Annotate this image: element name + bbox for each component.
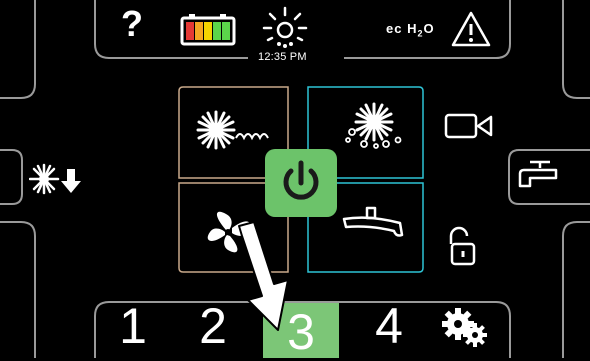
unlock-icon[interactable] [444,224,478,268]
warning-icon[interactable] [450,10,492,48]
settings-gears-icon[interactable] [440,306,490,348]
hint-arrow [238,222,289,331]
zone-2-button[interactable]: 2 [183,300,243,352]
help-icon[interactable]: ? [121,6,143,42]
zone-1-button[interactable]: 1 [103,300,163,352]
echo-status-label: ec H2O [386,21,435,39]
battery-icon [180,14,236,46]
jets-mode-icon[interactable] [196,108,274,156]
power-icon [283,160,319,200]
power-button[interactable] [265,149,337,217]
seat-mode-icon[interactable] [340,205,406,243]
clock-time: 12:35 PM [255,51,310,63]
bubbles-mode-icon[interactable] [342,102,404,150]
zone-4-button[interactable]: 4 [359,300,419,352]
uv-light-icon[interactable] [262,6,308,50]
light-dim-icon[interactable] [29,163,91,197]
faucet-icon[interactable] [516,158,566,198]
camera-icon[interactable] [444,112,494,140]
